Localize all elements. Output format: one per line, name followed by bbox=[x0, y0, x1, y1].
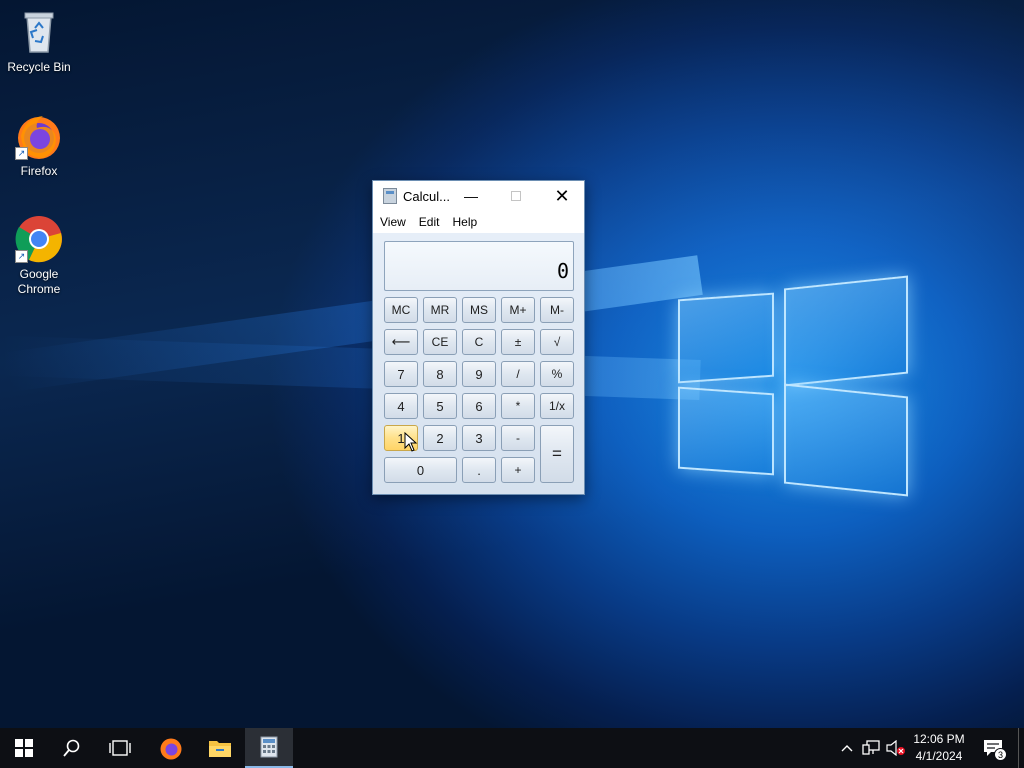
minimize-button[interactable]: — bbox=[448, 181, 494, 211]
action-center-button[interactable]: 3 bbox=[978, 728, 1008, 768]
chrome-icon: ↗ bbox=[15, 215, 63, 263]
mouse-cursor-icon bbox=[404, 432, 418, 452]
close-button[interactable]: ✕ bbox=[539, 181, 585, 211]
chevron-up-icon bbox=[841, 745, 853, 752]
recycle-bin-icon bbox=[15, 8, 63, 56]
backspace-button[interactable]: ⟵ bbox=[384, 329, 418, 355]
desktop-icon-recycle-bin[interactable]: Recycle Bin bbox=[1, 8, 77, 75]
windows-start-icon bbox=[15, 739, 33, 757]
digit-8-button[interactable]: 8 bbox=[423, 361, 457, 387]
notification-count-badge: 3 bbox=[994, 748, 1007, 761]
folder-icon bbox=[209, 741, 231, 757]
mr-button[interactable]: MR bbox=[423, 297, 457, 323]
shortcut-arrow-icon: ↗ bbox=[15, 250, 28, 263]
divide-button[interactable]: / bbox=[501, 361, 535, 387]
digit-9-button[interactable]: 9 bbox=[462, 361, 496, 387]
taskbar-firefox[interactable] bbox=[147, 728, 195, 768]
clear-button[interactable]: C bbox=[462, 329, 496, 355]
maximize-icon bbox=[511, 191, 521, 201]
taskbar-calculator[interactable] bbox=[245, 728, 293, 768]
desktop-icon-firefox[interactable]: ↗ Firefox bbox=[1, 112, 77, 179]
sqrt-button[interactable]: √ bbox=[540, 329, 574, 355]
window-title: Calcul... bbox=[403, 188, 450, 204]
multiply-button[interactable]: * bbox=[501, 393, 535, 419]
task-view-icon bbox=[109, 740, 131, 756]
digit-6-button[interactable]: 6 bbox=[462, 393, 496, 419]
taskbar: 12:06 PM 4/1/2024 3 bbox=[0, 728, 1024, 768]
digit-0-button[interactable]: 0 bbox=[384, 457, 457, 483]
show-hidden-icons-button[interactable] bbox=[836, 728, 858, 768]
calculator-body: 0 MC MR MS M+ M- ⟵ CE C ± √ 7 8 9 / % 4 … bbox=[373, 233, 584, 494]
calculator-display: 0 bbox=[384, 241, 574, 291]
decimal-button[interactable]: . bbox=[462, 457, 496, 483]
menu-view[interactable]: View bbox=[380, 215, 406, 229]
menu-help[interactable]: Help bbox=[452, 215, 477, 229]
m-minus-button[interactable]: M- bbox=[540, 297, 574, 323]
taskbar-file-explorer[interactable] bbox=[196, 728, 244, 768]
windows-logo-wallpaper bbox=[672, 268, 912, 506]
menu-bar: View Edit Help bbox=[373, 211, 584, 233]
shortcut-arrow-icon: ↗ bbox=[15, 147, 28, 160]
add-button[interactable]: + bbox=[501, 457, 535, 483]
plus-minus-button[interactable]: ± bbox=[501, 329, 535, 355]
firefox-icon bbox=[160, 738, 182, 760]
digit-3-button[interactable]: 3 bbox=[462, 425, 496, 451]
calculator-icon bbox=[260, 736, 278, 758]
clock-time[interactable]: 12:06 PM bbox=[908, 732, 970, 746]
mc-button[interactable]: MC bbox=[384, 297, 418, 323]
search-button[interactable] bbox=[48, 728, 96, 768]
subtract-button[interactable]: - bbox=[501, 425, 535, 451]
digit-7-button[interactable]: 7 bbox=[384, 361, 418, 387]
task-view-button[interactable] bbox=[96, 728, 144, 768]
start-button[interactable] bbox=[0, 728, 48, 768]
desktop-icon-google-chrome[interactable]: ↗ Google Chrome bbox=[1, 215, 77, 297]
calculator-app-icon bbox=[383, 188, 397, 204]
search-icon bbox=[63, 739, 80, 757]
reciprocal-button[interactable]: 1/x bbox=[540, 393, 574, 419]
wallpaper-light-beam bbox=[0, 335, 701, 400]
close-icon: ✕ bbox=[554, 185, 570, 206]
desktop-icon-label: Google Chrome bbox=[17, 267, 61, 296]
network-icon bbox=[862, 740, 880, 755]
desktop-icon-label: Recycle Bin bbox=[7, 60, 71, 74]
network-tray-button[interactable] bbox=[859, 728, 883, 768]
digit-2-button[interactable]: 2 bbox=[423, 425, 457, 451]
percent-button[interactable]: % bbox=[540, 361, 574, 387]
volume-muted-icon bbox=[886, 740, 905, 756]
minimize-icon: — bbox=[464, 188, 478, 204]
title-bar[interactable]: Calcul... — ✕ bbox=[373, 181, 584, 211]
ms-button[interactable]: MS bbox=[462, 297, 496, 323]
menu-edit[interactable]: Edit bbox=[419, 215, 440, 229]
desktop-icon-label: Firefox bbox=[20, 164, 58, 178]
digit-5-button[interactable]: 5 bbox=[423, 393, 457, 419]
clock-date[interactable]: 4/1/2024 bbox=[908, 749, 970, 763]
maximize-button[interactable] bbox=[493, 181, 539, 211]
equals-button[interactable]: = bbox=[540, 425, 574, 483]
digit-4-button[interactable]: 4 bbox=[384, 393, 418, 419]
firefox-icon: ↗ bbox=[15, 112, 63, 160]
m-plus-button[interactable]: M+ bbox=[501, 297, 535, 323]
show-desktop-button[interactable] bbox=[1018, 728, 1019, 768]
volume-tray-button[interactable] bbox=[884, 728, 908, 768]
ce-button[interactable]: CE bbox=[423, 329, 457, 355]
